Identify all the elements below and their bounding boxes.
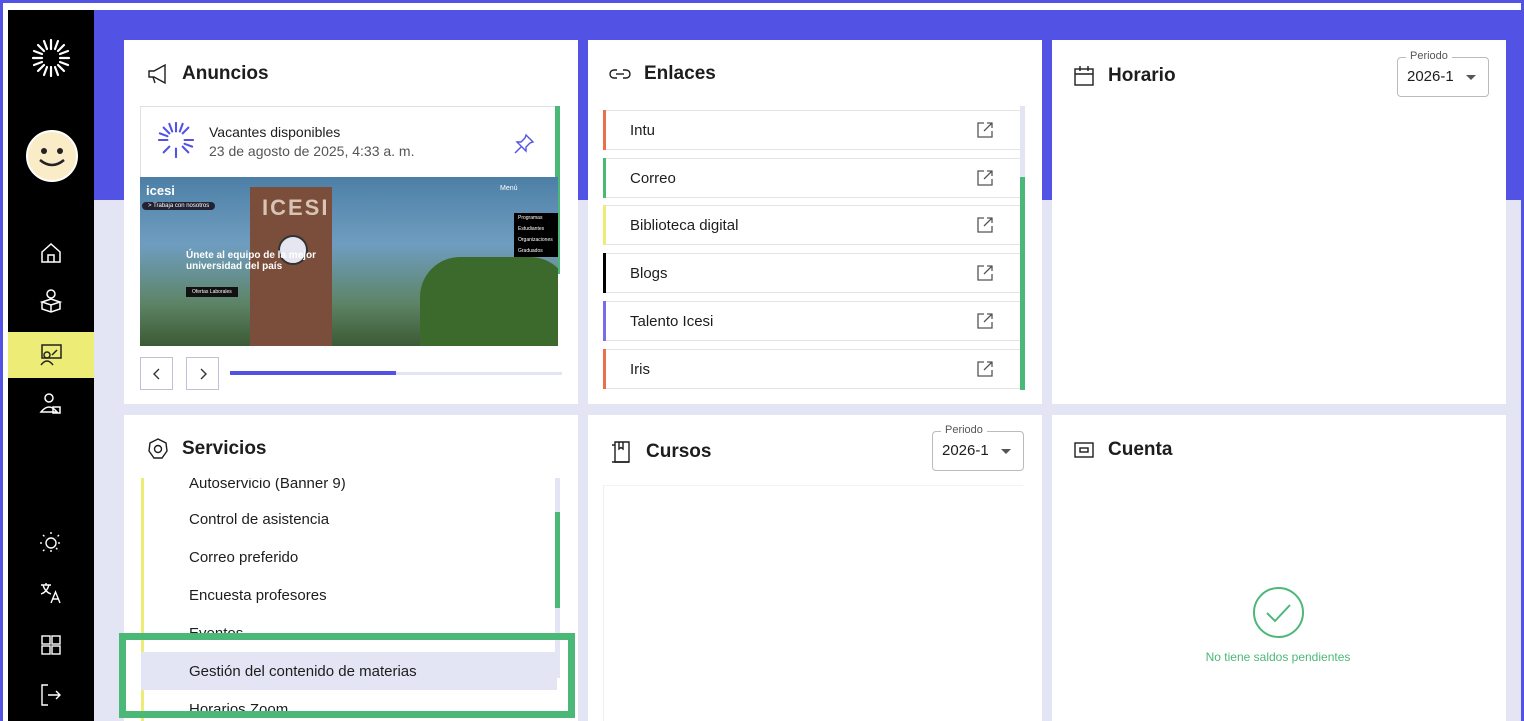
link-label: Intu xyxy=(630,121,656,139)
link-item-biblioteca[interactable]: Biblioteca digital xyxy=(603,205,1021,245)
periodo-label: Periodo xyxy=(1406,50,1452,62)
user-lock-icon xyxy=(39,393,61,414)
logout-icon xyxy=(41,684,61,706)
cuenta-title: Cuenta xyxy=(1072,438,1172,462)
announcement-title: Vacantes disponibles xyxy=(209,124,341,140)
highlight-annotation xyxy=(119,633,575,718)
chevron-left-icon xyxy=(152,368,159,379)
anuncios-title-text: Anuncios xyxy=(182,63,269,84)
link-label: Correo xyxy=(630,169,676,187)
link-label: Iris xyxy=(630,360,650,378)
image-building-sign: ICESI xyxy=(262,195,330,220)
sidebar-item-teacher[interactable] xyxy=(8,332,94,378)
image-menu-list: Programas Estudiantes Organizaciones Gra… xyxy=(514,213,558,257)
link-icon xyxy=(609,69,631,79)
previous-button[interactable] xyxy=(140,357,173,390)
cursos-list xyxy=(603,485,1023,721)
logout-button[interactable] xyxy=(8,672,94,718)
cursos-periodo-select[interactable]: Periodo 2026-1 xyxy=(932,424,1024,471)
servicios-title: Servicios xyxy=(146,437,267,461)
link-color-bar xyxy=(603,110,606,150)
theme-toggle-button[interactable] xyxy=(8,520,94,566)
calendar-icon xyxy=(1074,66,1094,86)
horario-title: Horario xyxy=(1072,64,1176,88)
link-label: Talento Icesi xyxy=(630,312,714,330)
smiley-icon xyxy=(39,148,65,167)
servicio-item[interactable]: Autoservicio (Banner 9) xyxy=(141,478,557,502)
link-item-blogs[interactable]: Blogs xyxy=(603,253,1021,293)
image-headline-2: universidad del país xyxy=(186,261,283,272)
book-icon xyxy=(612,441,630,463)
enlaces-title-text: Enlaces xyxy=(644,63,716,84)
apps-button[interactable] xyxy=(8,622,94,668)
servicios-scrollbar[interactable] xyxy=(555,512,560,608)
image-breadcrumb: > Trabaja con nosotros xyxy=(142,202,216,210)
horario-title-text: Horario xyxy=(1108,65,1176,86)
link-color-bar xyxy=(603,349,606,389)
carousel-progress xyxy=(230,371,396,375)
cuenta-title-text: Cuenta xyxy=(1108,439,1173,460)
chevron-right-icon xyxy=(200,368,207,379)
link-label: Blogs xyxy=(630,264,668,282)
announcement-date: 23 de agosto de 2025, 4:33 a. m. xyxy=(209,143,415,159)
student-box-icon xyxy=(39,289,63,313)
pin-icon[interactable] xyxy=(513,133,535,155)
servicio-item[interactable]: Control de asistencia xyxy=(141,500,557,538)
next-button[interactable] xyxy=(186,357,219,390)
periodo-label: Periodo xyxy=(941,424,987,436)
image-menu-label: Menú xyxy=(500,185,518,192)
sidebar xyxy=(8,10,94,721)
sidebar-item-student[interactable] xyxy=(8,278,94,324)
servicios-title-text: Servicios xyxy=(182,438,267,459)
enlaces-title: Enlaces xyxy=(608,62,716,86)
home-icon xyxy=(41,242,61,263)
external-link-icon xyxy=(977,265,993,281)
anuncios-title: Anuncios xyxy=(146,62,269,86)
horario-periodo-select[interactable]: Periodo 2026-1 xyxy=(1397,50,1489,97)
sun-icon xyxy=(40,532,62,554)
teacher-board-icon xyxy=(40,344,62,366)
image-brand: icesi xyxy=(146,183,175,198)
sidebar-item-admin[interactable] xyxy=(8,380,94,426)
cursos-title: Cursos xyxy=(610,440,711,464)
chevron-down-icon xyxy=(1466,75,1476,80)
periodo-value: 2026-1 xyxy=(1407,68,1454,85)
image-headline-1: Únete al equipo de la mejor xyxy=(186,250,317,261)
enlaces-scrollbar[interactable] xyxy=(1020,177,1025,390)
cursos-title-text: Cursos xyxy=(646,441,712,462)
external-link-icon xyxy=(977,122,993,138)
external-link-icon xyxy=(977,217,993,233)
image-offers-button: Ofertas Laborales xyxy=(186,287,238,297)
link-color-bar xyxy=(603,253,606,293)
grid-icon xyxy=(41,635,61,655)
cuenta-status-message: No tiene saldos pendientes xyxy=(1205,650,1351,664)
link-color-bar xyxy=(603,158,606,198)
announcement-image[interactable]: icesi Menú > Trabaja con nosotros ICESI … xyxy=(140,177,558,346)
link-item-correo[interactable]: Correo xyxy=(603,158,1021,198)
external-link-icon xyxy=(977,170,993,186)
link-item-iris[interactable]: Iris xyxy=(603,349,1021,389)
link-item-intu[interactable]: Intu xyxy=(603,110,1021,150)
icesi-logo-icon xyxy=(157,121,195,159)
periodo-value: 2026-1 xyxy=(942,442,989,459)
servicio-item[interactable]: Encuesta profesores xyxy=(141,576,557,614)
chevron-down-icon xyxy=(1001,449,1011,454)
language-button[interactable] xyxy=(8,570,94,616)
link-color-bar xyxy=(603,301,606,341)
external-link-icon xyxy=(977,361,993,377)
servicio-item[interactable]: Correo preferido xyxy=(141,538,557,576)
megaphone-icon xyxy=(148,63,166,85)
link-color-bar xyxy=(603,205,606,245)
wallet-icon xyxy=(1074,442,1094,458)
avatar[interactable] xyxy=(26,130,78,182)
icesi-logo-icon xyxy=(31,38,71,78)
external-link-icon xyxy=(977,313,993,329)
link-label: Biblioteca digital xyxy=(630,216,739,234)
sidebar-item-home[interactable] xyxy=(8,230,94,276)
link-item-talento[interactable]: Talento Icesi xyxy=(603,301,1021,341)
check-circle-icon xyxy=(1253,587,1304,638)
settings-hex-icon xyxy=(148,438,168,459)
translate-icon xyxy=(40,583,61,604)
